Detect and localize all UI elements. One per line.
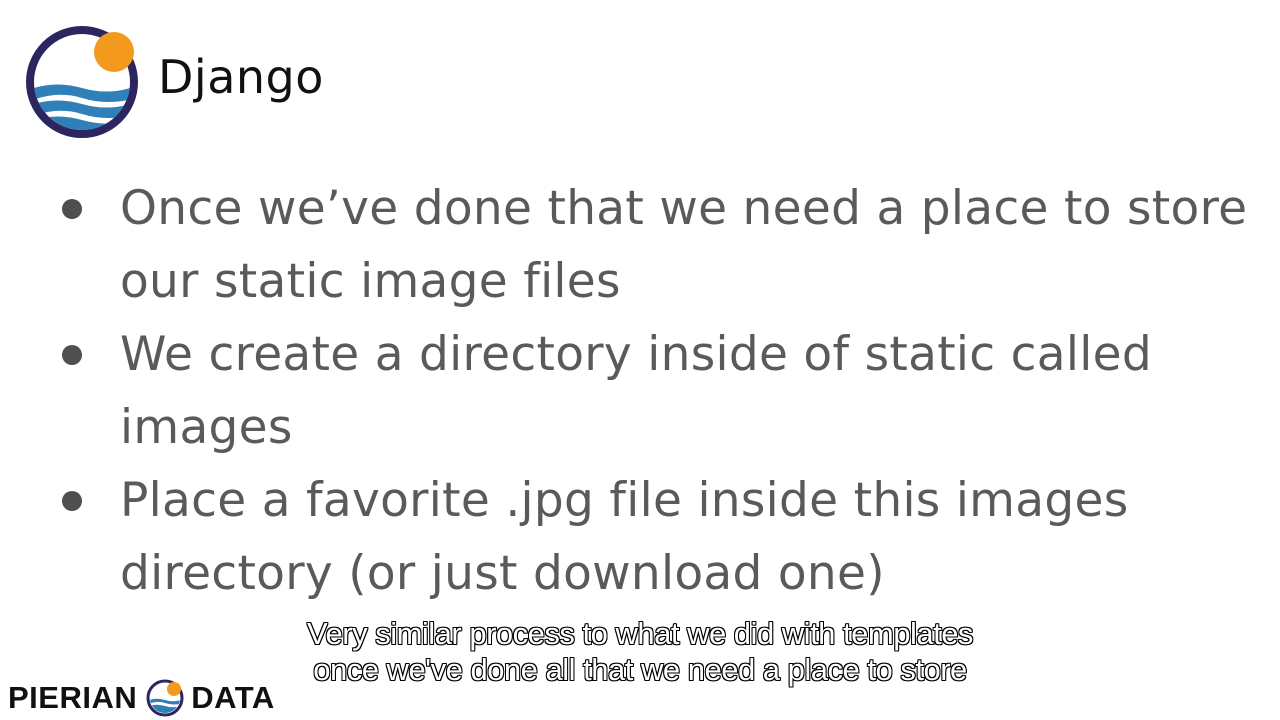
page-title: Django bbox=[158, 50, 324, 104]
subtitle-line-1: Very similar process to what we did with… bbox=[307, 616, 973, 651]
bullet-text: Place a favorite .jpg file inside this i… bbox=[120, 473, 1129, 601]
bullet-dot-icon bbox=[62, 199, 82, 219]
bullet-text: Once we’ve done that we need a place to … bbox=[120, 181, 1248, 309]
bullet-dot-icon bbox=[62, 491, 82, 511]
bullet-item: Place a favorite .jpg file inside this i… bbox=[56, 464, 1266, 610]
footer-brand-right-text: DATA bbox=[191, 680, 275, 715]
django-circle-logo-icon bbox=[24, 24, 142, 142]
bullet-item: We create a directory inside of static c… bbox=[56, 318, 1266, 464]
bullet-list: Once we’ve done that we need a place to … bbox=[56, 172, 1266, 610]
footer-brand-left-text: PIERIAN bbox=[8, 680, 138, 715]
bullet-item: Once we’ve done that we need a place to … bbox=[56, 172, 1266, 318]
bullet-text: We create a directory inside of static c… bbox=[120, 327, 1152, 455]
bullet-dot-icon bbox=[62, 345, 82, 365]
slide: Django Once we’ve done that we need a pl… bbox=[0, 0, 1280, 720]
pierian-data-logo-icon bbox=[145, 678, 185, 718]
footer-brand: PIERIAN DATA bbox=[8, 676, 275, 720]
